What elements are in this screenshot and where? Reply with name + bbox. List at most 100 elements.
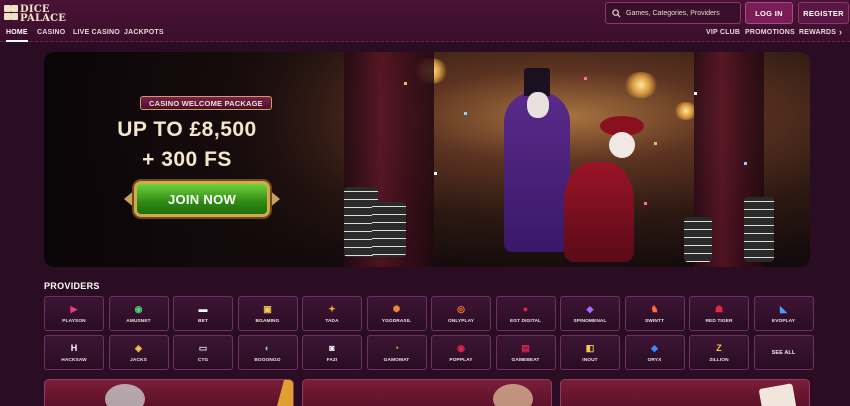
provider-logo-icon: ◆ <box>651 342 658 353</box>
hero-headline-spins: + 300 FS <box>142 148 232 171</box>
provider-booongo[interactable]: ◐ BOOONGO <box>237 335 298 370</box>
provider-name: EGT DIGITAL <box>509 318 542 324</box>
logo-line2: PALACE <box>20 13 67 24</box>
register-button[interactable]: REGISTER <box>798 2 849 24</box>
provider-yggdrasil[interactable]: ✺ YGGDRASIL <box>366 296 427 331</box>
hero-banner[interactable]: CASINO WELCOME PACKAGE UP TO £8,500 + 30… <box>44 52 810 267</box>
provider-evoplay[interactable]: ◣ EVOPLAY <box>753 296 814 331</box>
search-input[interactable]: Games, Categories, Providers <box>605 2 741 24</box>
chevron-right-icon[interactable]: › <box>839 27 842 37</box>
provider-logo-icon: ✺ <box>392 303 401 314</box>
nav-rewards[interactable]: REWARDS <box>799 29 836 36</box>
nav-vip-club[interactable]: VIP CLUB <box>706 29 740 36</box>
nav-jackpots[interactable]: JACKPOTS <box>124 29 164 36</box>
nav-casino[interactable]: CASINO <box>37 29 65 36</box>
provider-logo-icon: ◎ <box>457 303 465 314</box>
nav-promotions[interactable]: PROMOTIONS <box>745 29 795 36</box>
promo-card[interactable] <box>302 379 552 406</box>
provider-zillion[interactable]: Z ZILLION <box>689 335 749 370</box>
dice-icon <box>4 5 18 23</box>
provider-name: INOUT <box>582 357 598 363</box>
provider-name: GAMOMAT <box>383 357 410 363</box>
woman-face <box>609 132 635 158</box>
card-graphic <box>493 384 533 406</box>
provider-logo-icon: ✦ <box>328 303 336 314</box>
provider-name: AMUSNET <box>126 318 151 324</box>
provider-logo-icon: ◐ <box>264 342 271 353</box>
provider-logo-icon: ▣ <box>263 303 272 314</box>
welcome-package-badge: CASINO WELCOME PACKAGE <box>140 96 272 110</box>
provider-logo-icon: ▭ <box>198 342 208 353</box>
provider-name: BGAMING <box>255 318 280 324</box>
provider-name: RED TIGER <box>705 318 733 324</box>
provider-logo-icon: ◔ <box>393 342 400 353</box>
provider-name: HACKSAW <box>61 357 87 363</box>
provider-logo-icon: H <box>70 342 78 353</box>
confetti <box>644 202 647 205</box>
provider-fazi[interactable]: ◙ FAZI <box>302 335 362 370</box>
chip-stack <box>372 202 406 257</box>
provider-name: POPPLAY <box>449 357 473 363</box>
chip-stack <box>744 197 774 262</box>
provider-logo-icon: ◉ <box>457 342 465 353</box>
provider-name: SPINOMENAL <box>573 318 607 324</box>
provider-logo-icon: ♞ <box>650 303 659 314</box>
provider-hacksaw[interactable]: H HACKSAW <box>44 335 104 370</box>
confetti <box>584 77 587 80</box>
providers-grid: ▶ PLAYSON ◉ AMUSNET ▬ BET ▣ BGAMING ✦ TADA ✺ YGGDRA… <box>44 296 814 370</box>
chip-stack <box>684 217 712 262</box>
provider-popplay[interactable]: ◉ POPPLAY <box>431 335 491 370</box>
login-button[interactable]: LOG IN <box>745 2 793 24</box>
provider-red-tiger[interactable]: ☗ RED TIGER <box>689 296 749 331</box>
confetti <box>694 92 697 95</box>
provider-logo-icon: ◧ <box>585 342 595 353</box>
provider-bet[interactable]: ▬ BET <box>173 296 233 331</box>
promo-card[interactable] <box>560 379 810 406</box>
search-placeholder: Games, Categories, Providers <box>626 9 720 17</box>
provider-inout[interactable]: ◧ INOUT <box>560 335 620 370</box>
promo-card[interactable] <box>44 379 294 406</box>
top-header: DICE PALACE HOME CASINO LIVE CASINO JACK… <box>0 0 850 42</box>
provider-egt-digital[interactable]: ● EGT DIGITAL <box>495 296 556 331</box>
provider-gamomat[interactable]: ◔ GAMOMAT <box>366 335 427 370</box>
site-logo[interactable]: DICE PALACE <box>4 3 66 25</box>
provider-jacks[interactable]: ◈ JACKS <box>108 335 169 370</box>
dancer-woman <box>564 162 634 262</box>
provider-name: BOOONGO <box>254 357 281 363</box>
provider-logo-icon: ◣ <box>780 303 787 314</box>
provider-name: TADA <box>325 318 339 324</box>
provider-logo-icon: ☗ <box>714 303 724 314</box>
chandelier-light <box>624 72 658 98</box>
nav-home[interactable]: HOME <box>6 29 28 42</box>
skull-face <box>527 92 549 118</box>
provider-oryx[interactable]: ◆ ORYX <box>624 335 685 370</box>
provider-name: ONLYPLAY <box>447 318 475 324</box>
provider-logo-icon: ◙ <box>329 342 335 353</box>
provider-logo-icon: ◉ <box>134 303 143 314</box>
confetti <box>434 172 437 175</box>
provider-name: CTG <box>197 357 209 363</box>
provider-swintt[interactable]: ♞ SWINTT <box>624 296 685 331</box>
provider-spinomenal[interactable]: ◆ SPINOMENAL <box>560 296 620 331</box>
provider-see-all[interactable]: SEE ALL <box>753 335 814 370</box>
provider-name: EVOPLAY <box>771 318 796 324</box>
join-now-button[interactable]: JOIN NOW <box>134 181 270 217</box>
hero-headline-amount: UP TO £8,500 <box>117 118 257 141</box>
nav-live-casino[interactable]: LIVE CASINO <box>73 29 120 36</box>
provider-logo-icon: ◆ <box>586 303 594 314</box>
provider-bgaming[interactable]: ▣ BGAMING <box>237 296 298 331</box>
provider-playson[interactable]: ▶ PLAYSON <box>44 296 104 331</box>
provider-logo-icon: ◈ <box>135 342 142 353</box>
provider-tada[interactable]: ✦ TADA <box>302 296 362 331</box>
provider-gamebeat[interactable]: ▤ GAMEBEAT <box>495 335 556 370</box>
provider-onlyplay[interactable]: ◎ ONLYPLAY <box>431 296 491 331</box>
provider-name: ORYX <box>647 357 662 363</box>
provider-amusnet[interactable]: ◉ AMUSNET <box>108 296 169 331</box>
provider-name: JACKS <box>130 357 147 363</box>
provider-name: ZILLION <box>709 357 729 363</box>
provider-name: FAZI <box>326 357 338 363</box>
providers-heading: PROVIDERS <box>44 281 100 291</box>
card-graphic <box>105 384 145 406</box>
confetti <box>654 142 657 145</box>
provider-ctg[interactable]: ▭ CTG <box>173 335 233 370</box>
